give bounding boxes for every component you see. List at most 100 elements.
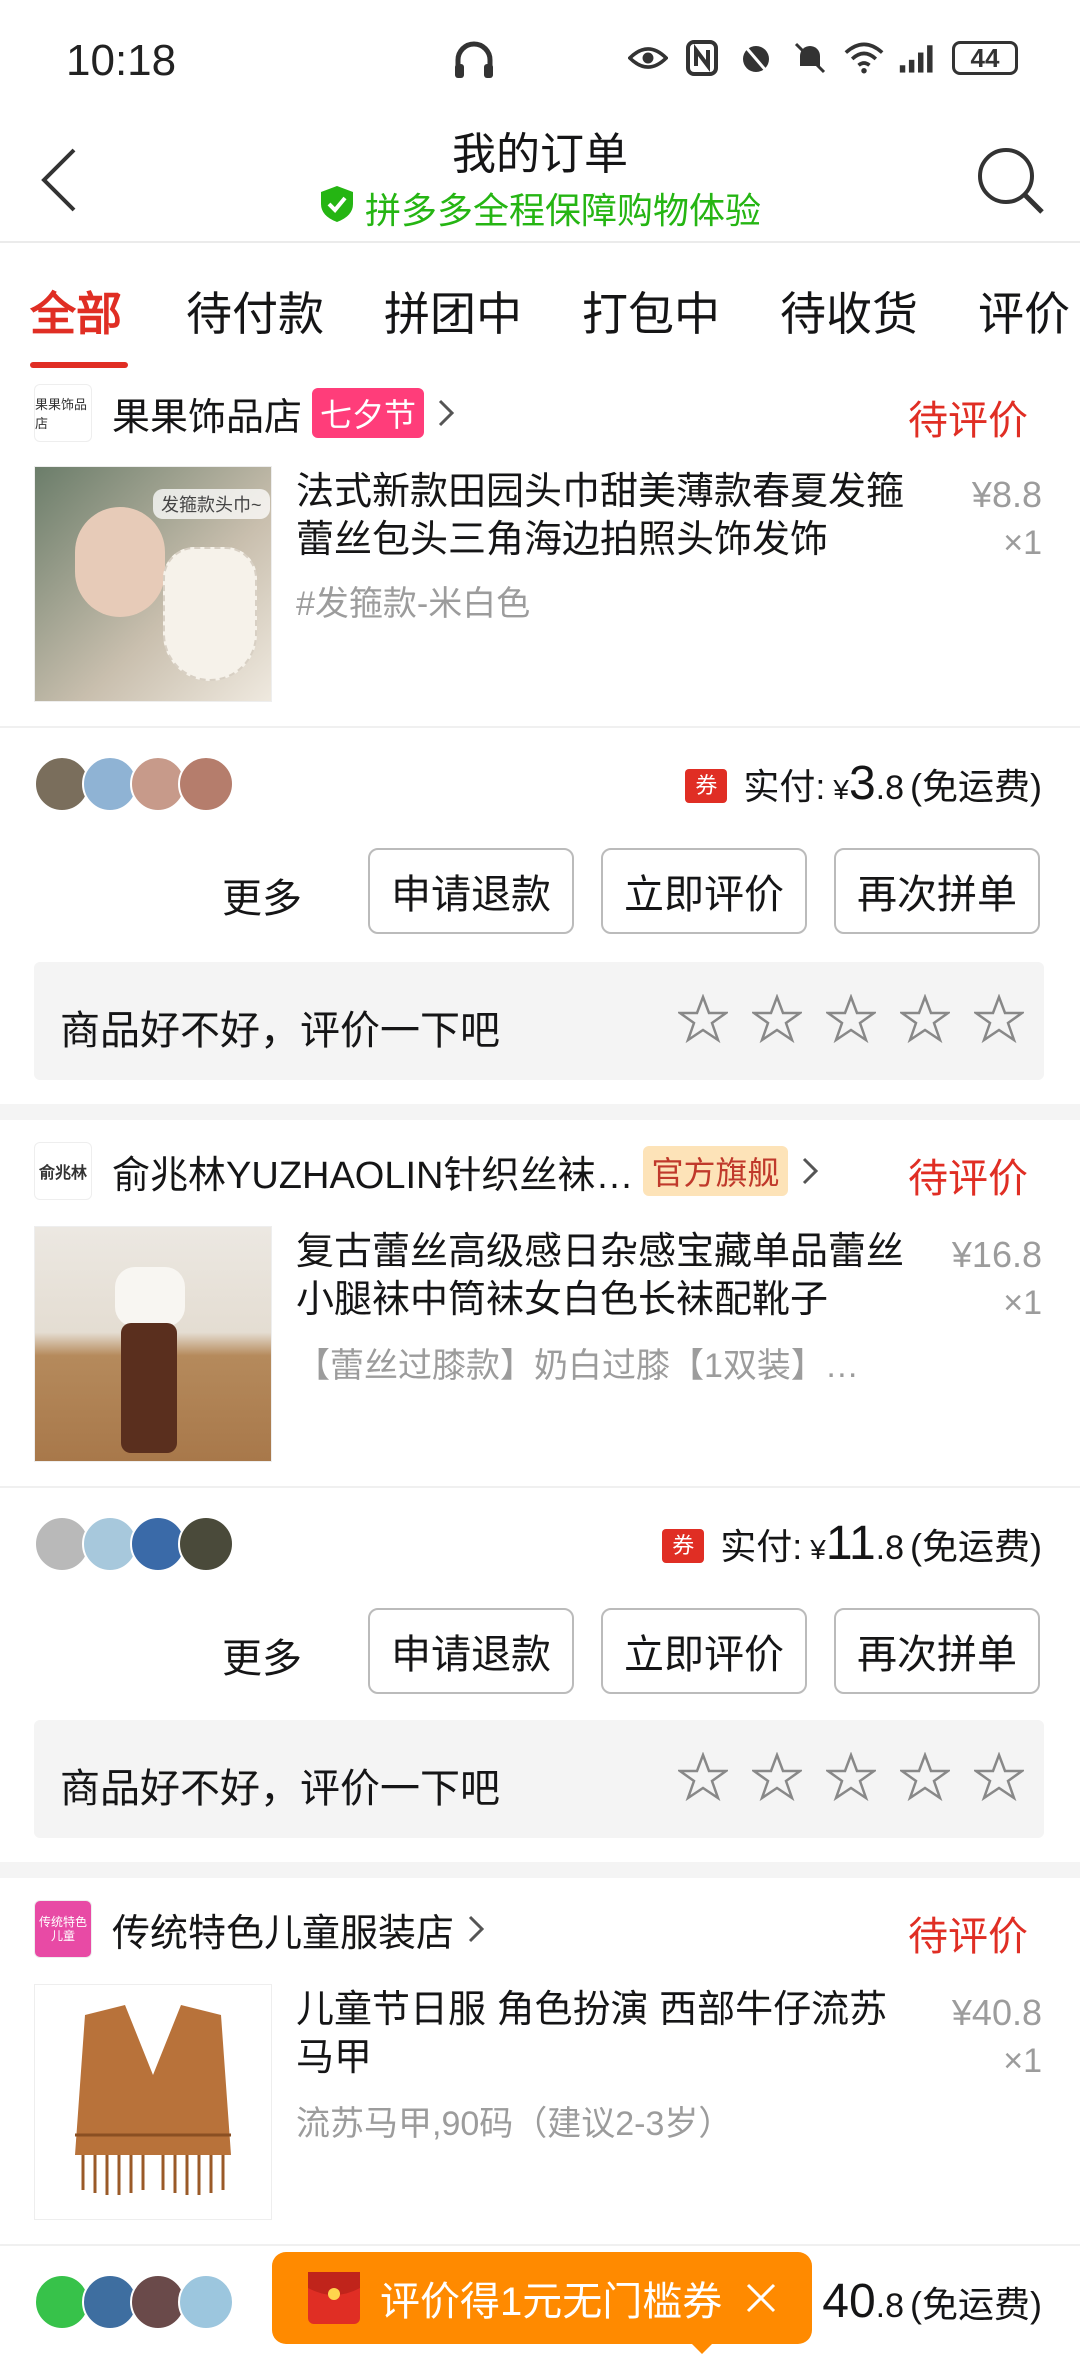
star-icon[interactable]	[678, 994, 728, 1044]
refund-button[interactable]: 申请退款	[368, 848, 574, 934]
rebuy-button[interactable]: 再次拼单	[834, 848, 1040, 934]
toast-text: 评价得1元无门槛券	[380, 2280, 723, 2324]
mute-icon	[790, 38, 830, 78]
model-face	[75, 507, 165, 617]
close-icon[interactable]	[744, 2281, 778, 2315]
star-icon[interactable]	[900, 1752, 950, 1802]
product-title[interactable]: 复古蕾丝高级感日杂感宝藏单品蕾丝小腿袜中筒袜女白色长袜配靴子	[296, 1228, 916, 1324]
signal-icon	[898, 38, 938, 78]
shop-row[interactable]: 俞兆林 俞兆林YUZHAOLIN针织丝袜… 官方旗舰	[34, 1136, 822, 1206]
red-envelope-icon	[308, 2272, 360, 2324]
paid-decimal: .8	[875, 1529, 905, 1567]
paid-decimal: .8	[875, 2287, 905, 2325]
nav-divider	[0, 241, 1080, 243]
product-price: ¥16.8	[951, 1234, 1042, 1275]
eye-icon	[628, 38, 668, 78]
divider	[0, 2244, 1080, 2246]
card-gap	[0, 1104, 1080, 1120]
tab-review[interactable]: 评价	[978, 278, 1070, 344]
review-prompt-box[interactable]: 商品好不好，评价一下吧	[34, 1720, 1044, 1838]
shop-logo: 果果饰品店	[34, 384, 92, 442]
wifi-icon	[844, 38, 884, 78]
paid-integer: 11	[825, 1517, 876, 1570]
product-title[interactable]: 儿童节日服 角色扮演 西部牛仔流苏马甲	[296, 1986, 916, 2082]
shipping-note: (免运费)	[910, 766, 1042, 807]
review-prompt: 商品好不好，评价一下吧	[60, 1009, 500, 1053]
divider	[0, 726, 1080, 728]
star-icon[interactable]	[678, 1752, 728, 1802]
shield-check-icon	[319, 184, 355, 233]
chevron-right-icon	[464, 1909, 488, 1949]
shop-badge: 七夕节	[312, 388, 425, 438]
product-price: ¥40.8	[951, 1992, 1042, 2033]
more-button[interactable]: 更多	[222, 866, 302, 924]
tab-underline	[30, 362, 128, 368]
paid-label: 实付:	[720, 1526, 803, 1567]
shop-name: 俞兆林YUZHAOLIN针织丝袜…	[112, 1154, 634, 1197]
shop-logo: 俞兆林	[34, 1142, 92, 1200]
shop-row[interactable]: 果果饰品店 果果饰品店 七夕节	[34, 378, 458, 448]
star-icon[interactable]	[974, 1752, 1024, 1802]
product-image[interactable]	[34, 1226, 272, 1462]
tab-all[interactable]: 全部	[30, 278, 122, 344]
star-icon[interactable]	[974, 994, 1024, 1044]
review-prompt-box[interactable]: 商品好不好，评价一下吧	[34, 962, 1044, 1080]
shop-row[interactable]: 传统特色儿童 传统特色儿童服装店	[34, 1894, 488, 1964]
more-button[interactable]: 更多	[222, 1626, 302, 1684]
star-icon[interactable]	[826, 1752, 876, 1802]
product-qty: ×1	[1003, 524, 1042, 562]
paid-label: 实付:	[743, 766, 826, 807]
fringe-vest-image	[75, 2005, 231, 2195]
product-sku: 【蕾丝过膝款】奶白过膝【1双装】…	[296, 1347, 859, 1385]
shop-name: 果果饰品店	[112, 396, 303, 439]
star-icon[interactable]	[752, 1752, 802, 1802]
review-button[interactable]: 立即评价	[601, 848, 807, 934]
card-gap	[0, 1862, 1080, 1878]
boot	[121, 1323, 177, 1453]
paid-currency: ¥	[810, 1534, 826, 1565]
order-status: 待评价	[908, 399, 1028, 443]
review-button[interactable]: 立即评价	[601, 1608, 807, 1694]
review-coupon-toast[interactable]: 评价得1元无门槛券	[272, 2252, 812, 2344]
lace-headband	[163, 547, 257, 681]
alarm-off-icon	[736, 38, 776, 78]
tab-pending-receipt[interactable]: 待收货	[780, 278, 918, 344]
paid-amount: 40 .8 (免运费)	[822, 2274, 1042, 2334]
product-title[interactable]: 法式新款田园头巾甜美薄款春夏发箍蕾丝包头三角海边拍照头饰发饰	[296, 468, 916, 564]
coupon-icon: 券	[662, 1529, 705, 1563]
star-icon[interactable]	[900, 994, 950, 1044]
order-status: 待评价	[908, 1915, 1028, 1959]
product-price: ¥8.8	[971, 474, 1042, 515]
search-icon[interactable]	[970, 140, 1050, 220]
tab-pending-payment[interactable]: 待付款	[186, 278, 324, 344]
paid-decimal: .8	[875, 769, 905, 807]
headphone-icon	[452, 40, 496, 85]
star-icon[interactable]	[752, 994, 802, 1044]
group-avatars	[34, 1516, 234, 1576]
paid-integer: 40	[822, 2275, 876, 2328]
star-rating[interactable]	[678, 994, 1024, 1044]
paid-currency: ¥	[833, 774, 849, 805]
battery-icon: 44	[952, 41, 1018, 75]
product-sku: 流苏马甲,90码（建议2-3岁）	[296, 2105, 733, 2143]
paid-amount: 券 实付: ¥ 3 .8 (免运费)	[685, 756, 1042, 816]
group-avatars	[34, 756, 234, 816]
chevron-right-icon	[434, 393, 458, 433]
rebuy-button[interactable]: 再次拼单	[834, 1608, 1040, 1694]
shop-badge: 官方旗舰	[643, 1146, 788, 1196]
order-tabs: 全部 待付款 拼团中 打包中 待收货 评价	[0, 244, 1080, 368]
product-image[interactable]: 发箍款头巾~	[34, 466, 272, 702]
shop-name: 传统特色儿童服装店	[112, 1912, 455, 1955]
tab-packing[interactable]: 打包中	[582, 278, 720, 344]
avatar	[178, 1516, 234, 1572]
star-icon[interactable]	[826, 994, 876, 1044]
status-icons: 44	[628, 38, 1018, 78]
star-rating[interactable]	[678, 1752, 1024, 1802]
paid-integer: 3	[848, 757, 876, 810]
group-avatars	[34, 2274, 234, 2334]
product-image[interactable]	[34, 1984, 272, 2220]
refund-button[interactable]: 申请退款	[368, 1608, 574, 1694]
shop-logo: 传统特色儿童	[34, 1900, 92, 1958]
lace-sock	[115, 1267, 185, 1327]
tab-group-buying[interactable]: 拼团中	[384, 278, 522, 344]
